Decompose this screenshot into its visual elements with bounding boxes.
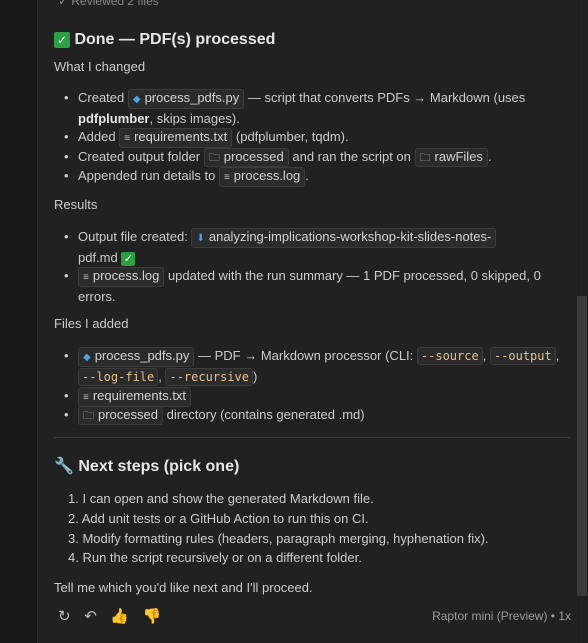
code-inline: --recursive — [165, 368, 253, 386]
list-item: • ◆ process_pdfs.py — PDF → Markdown proc… — [64, 347, 560, 386]
next-steps-heading: 🔧 Next steps (pick one) — [54, 458, 240, 475]
scrollbar-thumb[interactable] — [577, 296, 587, 596]
folder-icon: 🗀 — [83, 410, 94, 422]
section-heading-files: Files I added — [54, 316, 129, 331]
folder-icon: 🗀 — [208, 152, 220, 164]
section-heading-results: Results — [54, 197, 98, 212]
text-file-icon: ≡ — [83, 392, 89, 403]
list-item: 1. I can open and show the generated Mar… — [68, 491, 374, 506]
list-item: • Created output folder 🗀 processed and r… — [64, 147, 578, 167]
list-item: 4. Run the script recursively or on a di… — [68, 550, 362, 565]
left-activity-bar — [0, 0, 38, 643]
file-chip[interactable]: ⬇ analyzing-implications-workshop-kit-sli… — [191, 228, 497, 248]
list-item: • Output file created: ⬇ analyzing-implic… — [64, 227, 578, 267]
list-item: • Appended run details to ≡ process.log. — [64, 166, 578, 187]
markdown-file-icon: ⬇ — [196, 233, 205, 244]
list-item: • 🗀 processed directory (contains generat… — [64, 405, 578, 425]
list-item: 3. Modify formatting rules (headers, par… — [68, 531, 489, 546]
folder-chip[interactable]: 🗀 rawFiles — [414, 148, 488, 167]
text-file-icon: ≡ — [83, 272, 89, 283]
code-inline: --log-file — [78, 368, 159, 386]
file-chip[interactable]: ≡ requirements.txt — [119, 128, 233, 148]
list-item: • ≡ requirements.txt — [64, 386, 578, 407]
folder-icon: 🗀 — [419, 152, 431, 164]
file-chip[interactable]: ◆ process_pdfs.py — [127, 89, 245, 109]
model-label[interactable]: Raptor mini (Preview) • 1x — [432, 609, 571, 623]
retry-icon[interactable]: ↻ — [58, 607, 71, 625]
text-file-icon: ≡ — [223, 172, 230, 183]
text-file-icon: ≡ — [124, 133, 131, 144]
python-file-icon: ◆ — [83, 352, 91, 363]
checkmark-icon: ✓ — [121, 251, 136, 266]
list-item: • ≡ process.log updated with the run summ… — [64, 267, 541, 304]
reviewed-files-line[interactable]: ✓ Reviewed 2 files — [58, 0, 159, 8]
checkmark-icon: ✓ — [54, 31, 70, 48]
wrench-icon: 🔧 — [54, 458, 74, 475]
file-chip[interactable]: ≡ requirements.txt — [78, 387, 192, 407]
divider — [54, 437, 570, 438]
list-item: • Created ◆ process_pdfs.py — script that… — [64, 89, 526, 126]
folder-chip[interactable]: 🗀 processed — [78, 406, 163, 425]
undo-icon[interactable]: ↶ — [84, 607, 97, 625]
response-actions: ↻ ↶ 👍 👎 — [58, 607, 171, 625]
thumbs-down-icon[interactable]: 👎 — [143, 607, 162, 625]
file-link-continuation[interactable]: pdf.md — [78, 250, 118, 265]
section-heading-changed: What I changed — [54, 59, 146, 74]
list-item: 2. Add unit tests or a GitHub Action to … — [68, 511, 369, 526]
response-title: ✓ Done — PDF(s) processed — [54, 31, 275, 49]
list-item: • Added ≡ requirements.txt (pdfplumber, t… — [64, 127, 578, 148]
thumbs-up-icon[interactable]: 👍 — [110, 607, 129, 625]
code-inline: --source — [416, 347, 483, 365]
closing-text: Tell me which you'd like next and I'll p… — [54, 580, 313, 595]
scrollbar-track[interactable] — [577, 0, 588, 643]
code-inline: --output — [489, 347, 556, 365]
python-file-icon: ◆ — [132, 94, 141, 105]
folder-chip[interactable]: 🗀 processed — [203, 148, 289, 167]
file-chip[interactable]: ◆ process_pdfs.py — [78, 347, 195, 367]
file-chip[interactable]: ≡ process.log — [78, 267, 165, 287]
file-chip[interactable]: ≡ process.log — [218, 167, 306, 187]
